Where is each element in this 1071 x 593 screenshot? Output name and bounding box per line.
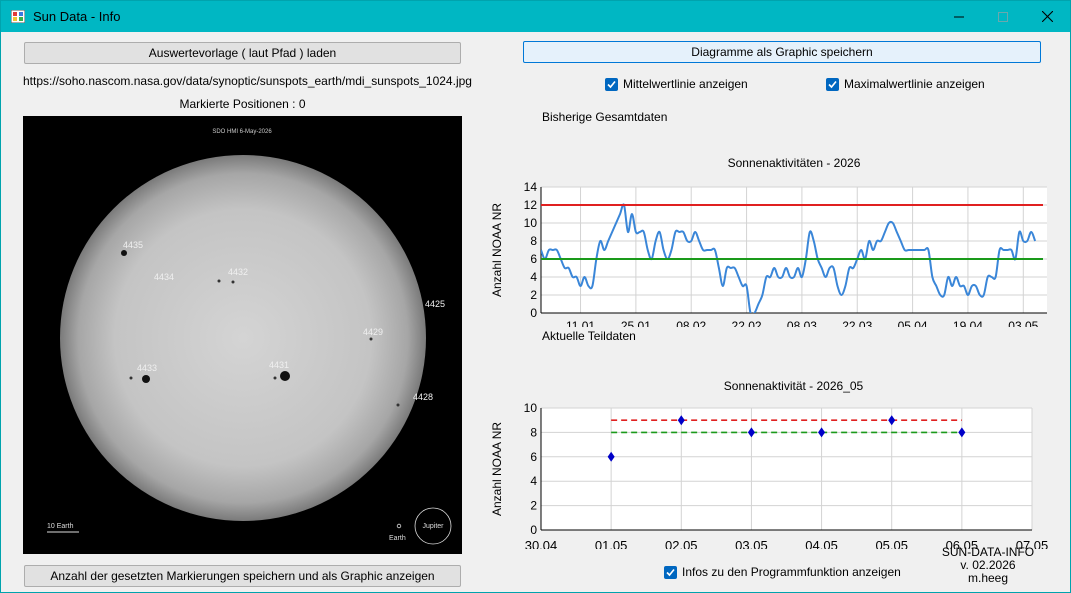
sunspot-image[interactable]: SDO HMI 6-May-2026 4435 4434 4432 4425 4…: [23, 116, 462, 554]
maximize-button: [980, 1, 1026, 32]
earth-size-icon: [396, 523, 402, 529]
x-tick-label: 11.01: [566, 319, 595, 327]
region-label: 4431: [269, 360, 289, 370]
source-url: https://soho.nascom.nasa.gov/data/synopt…: [23, 74, 472, 88]
total-activity-chart: Sonnenaktivitäten - 2026 0 2 4 6 8 10 12 14 11.01…: [490, 156, 1047, 327]
y-tick-label: 8: [530, 425, 537, 439]
maximize-icon: [998, 11, 1008, 22]
y-tick-label: 2: [530, 499, 537, 513]
sunspot: [142, 375, 150, 383]
version-author: m.heeg: [967, 571, 1009, 585]
max-line-checkbox[interactable]: Maximalwertlinie anzeigen: [826, 77, 985, 91]
checkmark-icon: [826, 77, 839, 91]
y-tick-label: 6: [530, 450, 537, 464]
x-tick-label: 22.02: [732, 319, 762, 327]
region-label: 4434: [154, 272, 174, 282]
info-checkbox-label: Infos zu den Programmfunktion anzeigen: [682, 565, 901, 579]
y-tick-label: 10: [524, 401, 538, 415]
y-tick-label: 6: [530, 252, 537, 266]
x-tick-label: 19.04: [953, 319, 983, 327]
app-icon: [11, 10, 25, 23]
scale-label: 10 Earth: [47, 523, 74, 530]
chart-title: Sonnenaktivitäten - 2026: [728, 156, 861, 170]
sun-disk-graphic: SDO HMI 6-May-2026 4435 4434 4432 4425 4…: [47, 129, 452, 545]
x-tick-label: 03.05: [735, 538, 768, 549]
x-tick-label: 25.01: [621, 319, 651, 327]
y-axis-title: Anzahl NOAA NR: [490, 422, 504, 516]
jupiter-label: Jupiter: [422, 523, 444, 530]
region-label: 4432: [228, 267, 248, 277]
close-icon: [1041, 11, 1053, 22]
y-tick-label: 0: [530, 523, 537, 537]
close-button[interactable]: [1024, 1, 1070, 32]
sunspot: [129, 376, 133, 380]
sunspot: [280, 371, 290, 381]
info-checkbox[interactable]: Infos zu den Programmfunktion anzeigen: [664, 565, 901, 579]
sunspot: [396, 403, 400, 407]
sunspot: [273, 376, 277, 380]
x-tick-label: 08.03: [787, 319, 817, 327]
load-template-button[interactable]: Auswertevorlage ( laut Pfad ) laden: [24, 42, 461, 64]
region-label: 4429: [363, 327, 383, 337]
app-window: Sun Data - Info Auswertevorlage ( laut P…: [0, 0, 1071, 593]
sunspot: [369, 337, 373, 341]
region-label: 4425: [425, 299, 445, 309]
x-tick-label: 05.04: [898, 319, 928, 327]
x-tick-label: 04.05: [805, 538, 838, 549]
earth-label: Earth: [389, 535, 406, 542]
minimize-icon: [954, 16, 964, 17]
y-tick-label: 8: [530, 234, 537, 248]
save-charts-button[interactable]: Diagramme als Graphic speichern: [523, 41, 1041, 63]
y-tick-label: 4: [530, 270, 537, 284]
version-info: SUN-DATA-INFO v. 02.2026 m.heeg: [933, 546, 1043, 585]
y-tick-label: 4: [530, 474, 537, 488]
section-current-label: Aktuelle Teildaten: [542, 329, 636, 343]
marked-positions-label: Markierte Positionen : 0: [179, 97, 306, 111]
client-area: Auswertevorlage ( laut Pfad ) laden http…: [1, 32, 1070, 592]
title-bar[interactable]: Sun Data - Info: [1, 1, 1070, 32]
sunspot: [121, 250, 127, 256]
y-tick-label: 2: [530, 288, 537, 302]
x-tick-label: 08.02: [676, 319, 706, 327]
region-label: 4433: [137, 363, 157, 373]
x-tick-label: 03.05: [1008, 319, 1038, 327]
mean-line-label: Mittelwertlinie anzeigen: [623, 77, 748, 91]
y-tick-label: 10: [524, 216, 538, 230]
save-markers-button[interactable]: Anzahl der gesetzten Markierungen speich…: [24, 565, 461, 587]
max-line-label: Maximalwertlinie anzeigen: [844, 77, 985, 91]
region-label: 4428: [413, 392, 433, 402]
region-label: 4435: [123, 240, 143, 250]
chart-title: Sonnenaktivität - 2026_05: [724, 379, 864, 393]
x-tick-label: 22.03: [842, 319, 872, 327]
x-tick-label: 02.05: [665, 538, 698, 549]
y-tick-label: 14: [524, 180, 538, 194]
image-header: SDO HMI 6-May-2026: [212, 129, 272, 135]
y-tick-label: 12: [524, 198, 538, 212]
x-tick-label: 05.05: [875, 538, 908, 549]
y-tick-label: 0: [530, 306, 537, 320]
monthly-activity-chart: Sonnenaktivität - 2026_05 0 2 4 6 8 10 30.04 01.…: [490, 379, 1048, 549]
sunspot: [217, 279, 221, 283]
x-tick-label: 01.05: [595, 538, 628, 549]
sunspot: [231, 280, 235, 284]
checkmark-icon: [605, 77, 618, 91]
mean-line-checkbox[interactable]: Mittelwertlinie anzeigen: [605, 77, 748, 91]
x-tick-label: 30.04: [525, 538, 558, 549]
window-title: Sun Data - Info: [33, 9, 121, 24]
checkmark-icon: [664, 565, 677, 579]
minimize-button[interactable]: [936, 1, 982, 32]
y-axis-title: Anzahl NOAA NR: [490, 203, 504, 297]
plot-area: [541, 408, 1032, 530]
